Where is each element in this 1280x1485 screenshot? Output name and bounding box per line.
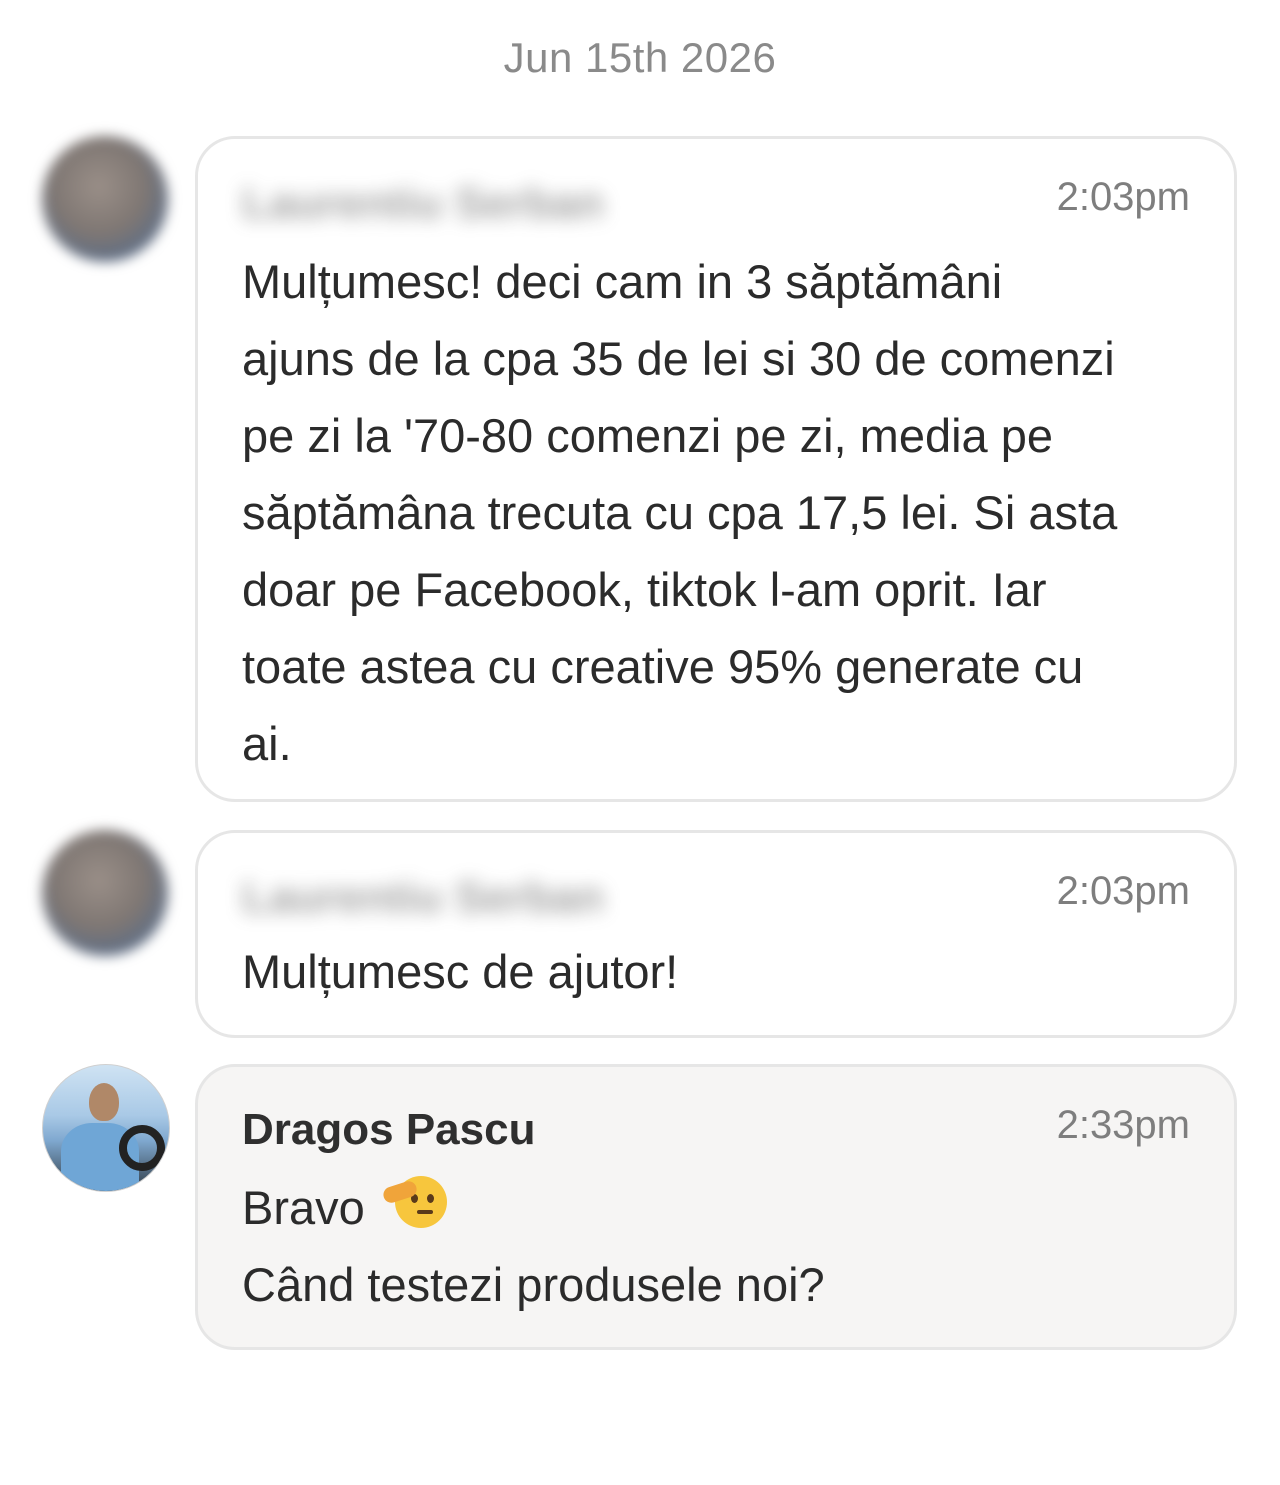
avatar-photo-head — [89, 1083, 119, 1121]
message-line: ajuns de la cpa 35 de lei si 30 de comen… — [242, 332, 1115, 385]
message-line: pe zi la '70-80 comenzi pe zi, media pe — [242, 409, 1054, 462]
message-line: Bravo — [242, 1181, 365, 1234]
avatar-photo-wheel — [119, 1125, 165, 1171]
sender-name[interactable]: Laurentiu Serban — [242, 179, 604, 229]
message-text: Mulțumesc de ajutor! — [242, 933, 1198, 1010]
avatar[interactable] — [42, 1064, 170, 1192]
sender-name[interactable]: Dragos Pascu — [242, 1105, 535, 1155]
message-line: doar pe Facebook, tiktok l-am oprit. Iar — [242, 563, 1047, 616]
message-line: ai. — [242, 717, 292, 770]
avatar[interactable] — [42, 136, 168, 262]
message-line: Mulțumesc de ajutor! — [242, 945, 679, 998]
message-time: 2:03pm — [1056, 869, 1190, 913]
message-text: Bravo Când testezi produsele noi? — [242, 1169, 1198, 1323]
saluting-face-emoji — [381, 1176, 447, 1232]
message-bubble: 2:33pm Dragos Pascu Bravo Când testezi p… — [195, 1064, 1237, 1350]
message-text: Mulțumesc! deci cam in 3 săptămâni ajuns… — [242, 243, 1198, 782]
sender-name[interactable]: Laurentiu Serban — [242, 873, 604, 923]
message-time: 2:03pm — [1056, 175, 1190, 219]
message-line: Mulțumesc! deci cam in 3 săptămâni — [242, 255, 1003, 308]
message-line: săptămâna trecuta cu cpa 17,5 lei. Si as… — [242, 486, 1118, 539]
message-bubble: 2:03pm Laurentiu Serban Mulțumesc de aju… — [195, 830, 1237, 1038]
message-time: 2:33pm — [1056, 1103, 1190, 1147]
message-bubble: 2:03pm Laurentiu Serban Mulțumesc! deci … — [195, 136, 1237, 802]
date-separator: Jun 15th 2026 — [503, 34, 777, 81]
avatar[interactable] — [42, 830, 168, 956]
message-line: toate astea cu creative 95% generate cu — [242, 640, 1084, 693]
message-line-with-emoji: Bravo — [242, 1169, 1198, 1246]
message-line: Când testezi produsele noi? — [242, 1258, 825, 1311]
